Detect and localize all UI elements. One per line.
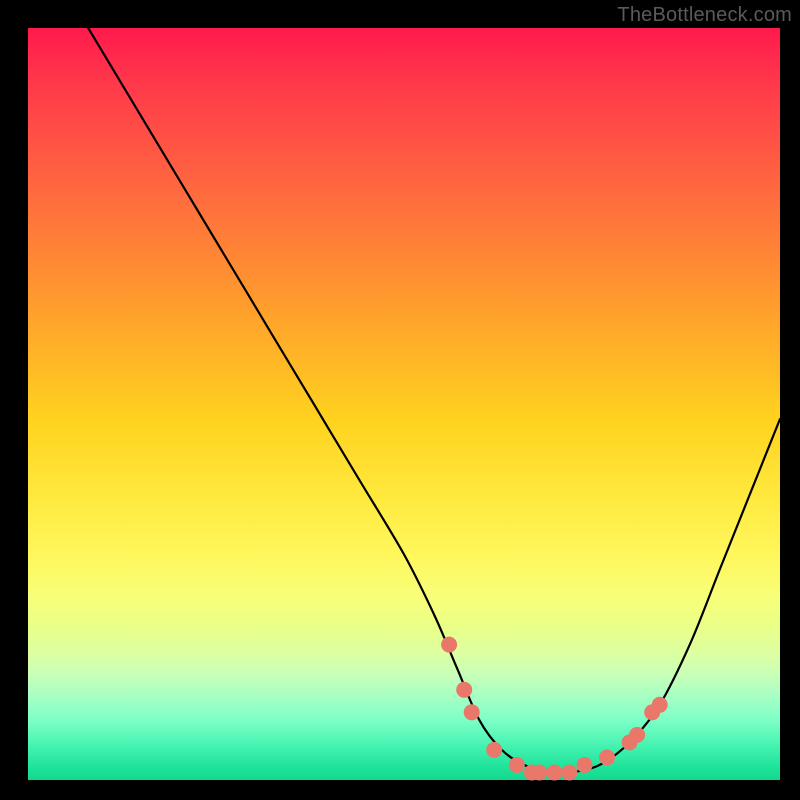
marker-group bbox=[441, 637, 668, 781]
marker-dot bbox=[629, 727, 645, 743]
marker-dot bbox=[509, 757, 525, 773]
watermark-label: TheBottleneck.com bbox=[617, 4, 792, 27]
marker-dot bbox=[561, 765, 577, 781]
marker-dot bbox=[546, 765, 562, 781]
plot-area bbox=[28, 28, 780, 780]
marker-dot bbox=[456, 682, 472, 698]
marker-dot bbox=[441, 637, 457, 653]
marker-dot bbox=[652, 697, 668, 713]
marker-dot bbox=[577, 757, 593, 773]
marker-dot bbox=[599, 749, 615, 765]
bottleneck-curve-line bbox=[88, 28, 780, 773]
marker-dot bbox=[464, 704, 480, 720]
marker-dot bbox=[531, 765, 547, 781]
chart-stage: TheBottleneck.com bbox=[0, 0, 800, 800]
marker-dot bbox=[486, 742, 502, 758]
plot-svg bbox=[28, 28, 780, 780]
